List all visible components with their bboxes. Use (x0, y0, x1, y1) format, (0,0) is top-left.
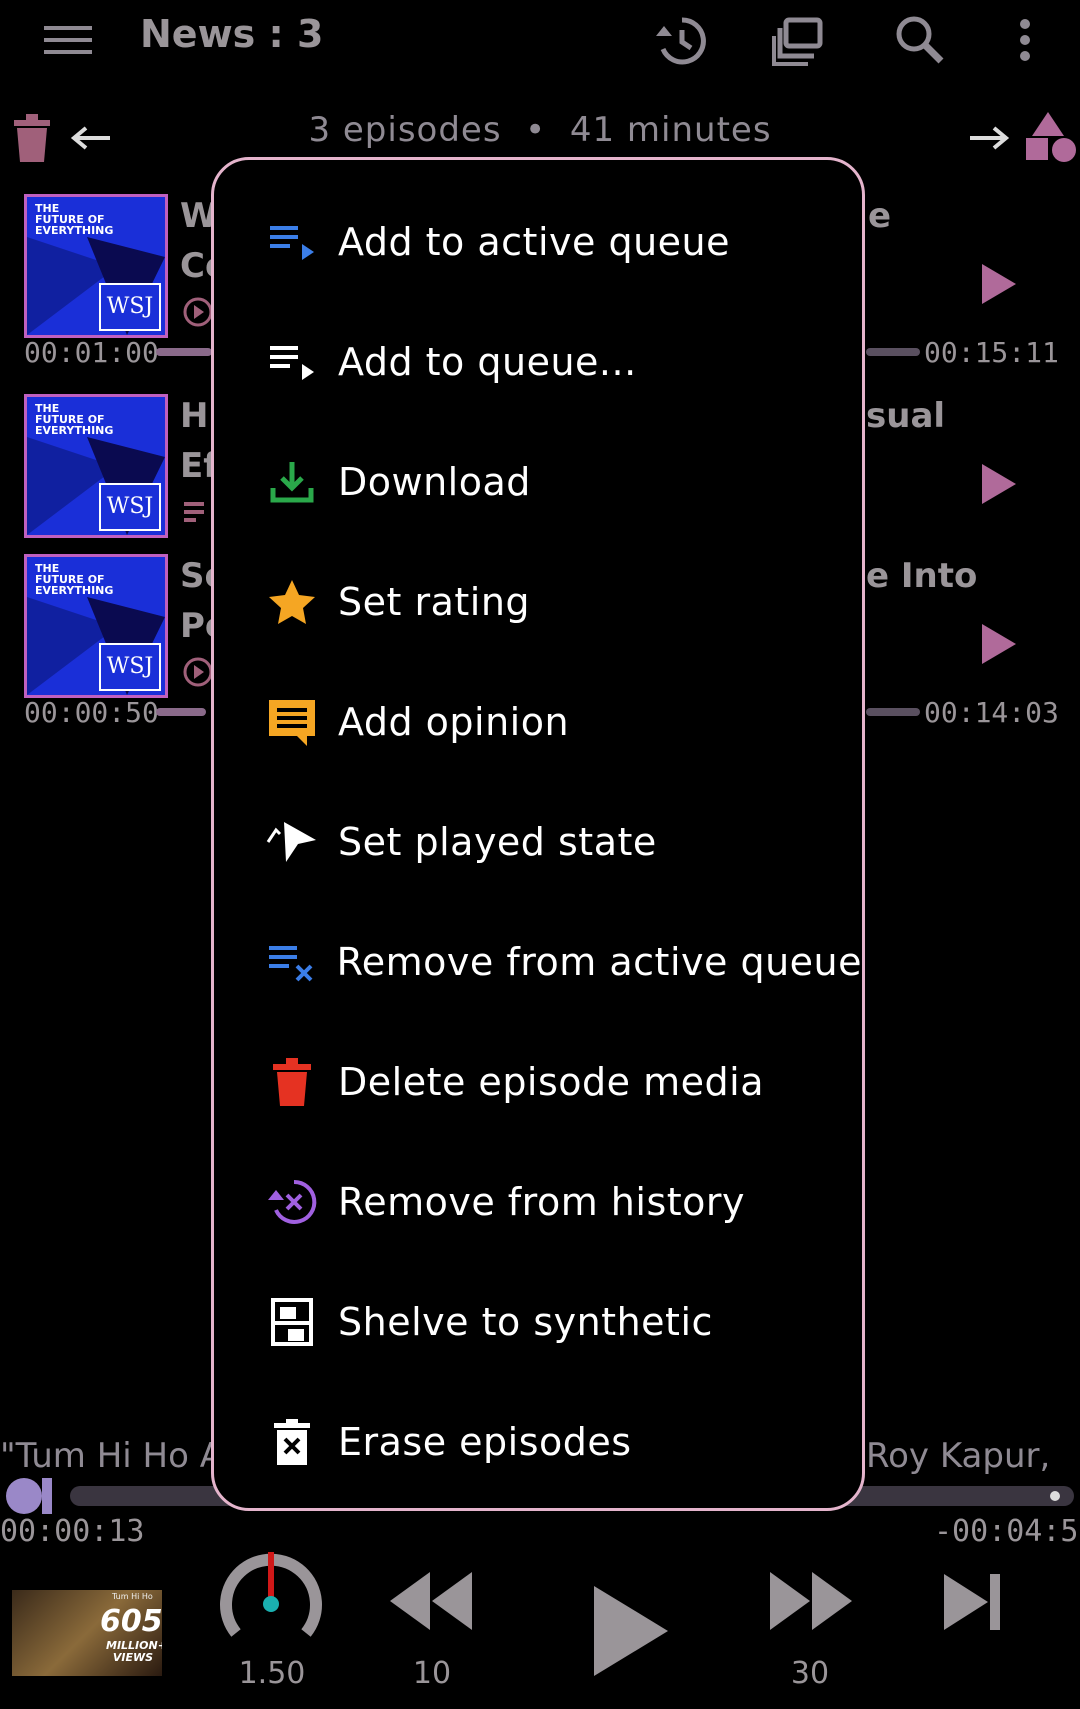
menu-item-label: Remove from history (338, 1180, 745, 1224)
comment-icon (264, 694, 320, 750)
menu-item-set-rating[interactable]: Set rating (214, 542, 862, 662)
menu-item-add-to-active-queue[interactable]: Add to active queue (214, 182, 862, 302)
menu-item-remove-from-history[interactable]: Remove from history (214, 1142, 862, 1262)
menu-item-shelve-to-synthetic[interactable]: Shelve to synthetic (214, 1262, 862, 1382)
menu-item-label: Remove from active queue (336, 940, 862, 984)
menu-item-label: Erase episodes (338, 1420, 632, 1464)
menu-item-label: Set played state (338, 820, 657, 864)
menu-item-add-opinion[interactable]: Add opinion (214, 662, 862, 782)
erase-icon (264, 1414, 320, 1470)
shelve-icon (264, 1294, 320, 1350)
download-icon (264, 454, 320, 510)
menu-item-label: Shelve to synthetic (338, 1300, 713, 1344)
menu-item-delete-episode-media[interactable]: Delete episode media (214, 1022, 862, 1142)
menu-item-add-to-queue[interactable]: Add to queue... (214, 302, 862, 422)
menu-item-label: Delete episode media (338, 1060, 764, 1104)
menu-item-label: Add opinion (338, 700, 570, 744)
menu-item-label: Add to queue... (338, 340, 637, 384)
playlist-add-icon (264, 334, 320, 390)
episode-actions-menu: Add to active queue Add to queue... Down… (211, 157, 865, 1511)
menu-item-download[interactable]: Download (214, 422, 862, 542)
playlist-remove-icon (264, 934, 319, 990)
menu-item-label: Add to active queue (338, 220, 731, 264)
playlist-play-icon (264, 214, 320, 270)
played-state-icon (264, 814, 320, 870)
menu-item-label: Download (338, 460, 531, 504)
menu-item-set-played-state[interactable]: Set played state (214, 782, 862, 902)
delete-icon (264, 1054, 320, 1110)
menu-item-label: Set rating (338, 580, 531, 624)
menu-item-erase-episodes[interactable]: Erase episodes (214, 1382, 862, 1502)
history-remove-icon (264, 1174, 320, 1230)
star-icon (264, 574, 320, 630)
menu-item-remove-from-active-queue[interactable]: Remove from active queue (214, 902, 862, 1022)
